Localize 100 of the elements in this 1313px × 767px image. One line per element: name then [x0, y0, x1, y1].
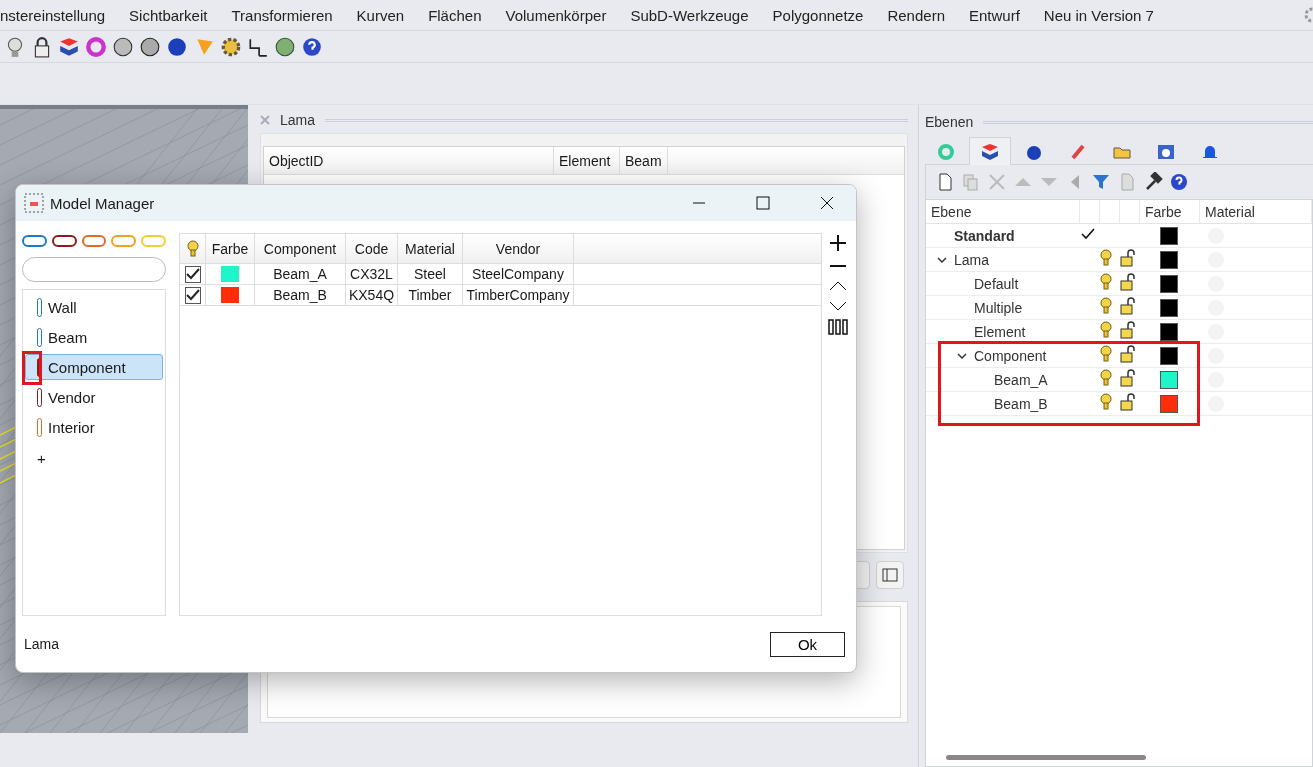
help-icon[interactable] [301, 35, 323, 58]
layer-name[interactable]: Default [974, 275, 1019, 292]
panel-toggle-button[interactable] [876, 561, 904, 589]
table-cell: Beam_A [255, 264, 346, 284]
category-item[interactable]: Wall [25, 294, 163, 320]
layer-name[interactable]: Lama [954, 251, 990, 268]
layer-color-swatch[interactable] [1160, 322, 1178, 341]
status-text: Lama [24, 636, 60, 652]
menu-item[interactable]: Entwurf [969, 6, 1020, 24]
add-category-link[interactable]: + [25, 444, 163, 473]
menu-item[interactable]: Rendern [887, 6, 945, 24]
lock-open-icon[interactable] [1120, 368, 1136, 387]
maximize-icon [756, 196, 770, 210]
glossy-sphere-icon[interactable] [166, 35, 188, 58]
bulb-icon[interactable] [186, 239, 199, 258]
category-item[interactable]: Vendor [25, 384, 163, 410]
color-wheel-icon [936, 141, 956, 162]
menu-item[interactable]: Sichtbarkeit [129, 6, 208, 24]
menu-item[interactable]: Neu in Version 7 [1043, 6, 1154, 24]
checkbox[interactable] [184, 286, 201, 304]
column-header[interactable]: ObjectID [264, 147, 554, 174]
lock-open-icon[interactable] [1120, 296, 1136, 315]
bulb-icon[interactable] [1100, 248, 1112, 267]
bulb-icon[interactable] [1100, 344, 1112, 363]
lock-open-icon[interactable] [1120, 344, 1136, 363]
bulb-icon[interactable] [1100, 392, 1112, 411]
layer-name[interactable]: Element [974, 323, 1026, 340]
menu-item[interactable]: nstereinstellung [0, 6, 106, 24]
check-icon [1080, 226, 1096, 241]
color-wheel-icon[interactable] [85, 35, 107, 58]
column-header[interactable]: Vendor [463, 234, 574, 263]
scrollbar-thumb[interactable] [946, 754, 1146, 760]
menu-item[interactable]: Kurven [356, 6, 405, 24]
layer-name[interactable]: Component [974, 347, 1047, 364]
panel-title: Lama [280, 112, 316, 128]
color-filter-pill[interactable] [22, 235, 47, 247]
color-filter-pill[interactable] [51, 235, 77, 247]
chevron-down-icon[interactable] [956, 350, 968, 361]
category-item[interactable]: Beam [25, 324, 163, 350]
lock-open-icon[interactable] [1120, 320, 1136, 339]
column-header[interactable]: Material [398, 234, 463, 263]
table-cell: TimberCompany [463, 285, 574, 305]
sphere-icon[interactable] [112, 35, 134, 58]
bulb-icon[interactable] [1100, 272, 1112, 291]
bulb-icon[interactable] [1100, 296, 1112, 315]
chevron-up-icon[interactable] [828, 279, 848, 293]
layers-icon[interactable] [58, 35, 80, 58]
menu-item[interactable]: Flächen [428, 6, 482, 24]
layer-color-swatch[interactable] [1160, 370, 1178, 389]
column-header[interactable]: Element [554, 147, 620, 174]
column-header[interactable]: Component [255, 234, 346, 263]
layer-color-swatch[interactable] [1160, 346, 1178, 365]
chevron-down-icon[interactable] [828, 299, 848, 313]
filter-icon[interactable] [1090, 172, 1112, 192]
layer-color-swatch[interactable] [1160, 226, 1178, 245]
lock-open-icon[interactable] [1120, 392, 1136, 411]
layers-icon [980, 141, 1000, 162]
menu-item[interactable]: Polygonnetze [772, 6, 864, 24]
column-header[interactable]: Farbe [206, 234, 255, 263]
table-cell: SteelCompany [463, 264, 574, 284]
color-swatch[interactable] [221, 287, 239, 303]
color-filter-pill[interactable] [111, 235, 137, 247]
ok-button[interactable]: Ok [770, 631, 845, 657]
sidebar-icon [882, 568, 898, 582]
panel-tab[interactable] [969, 137, 1011, 165]
category-item[interactable]: Interior [25, 414, 163, 440]
checkbox[interactable] [184, 265, 201, 283]
search-field[interactable] [22, 257, 166, 282]
lock-open-icon[interactable] [1120, 248, 1136, 267]
layer-name[interactable]: Multiple [974, 299, 1023, 316]
lock-open-icon[interactable] [1120, 272, 1136, 291]
layer-name[interactable]: Beam_B [994, 395, 1048, 412]
menu-item[interactable]: Transformieren [231, 6, 333, 24]
bulb-icon[interactable] [1100, 368, 1112, 387]
layer-color-swatch[interactable] [1160, 394, 1178, 413]
help-icon[interactable] [1168, 172, 1190, 192]
column-header[interactable]: Code [346, 234, 398, 263]
table-cell: KX54Q [346, 285, 398, 305]
layer-name[interactable]: Beam_A [994, 371, 1048, 388]
close-icon [820, 196, 834, 210]
layer-name[interactable]: Standard [954, 227, 1015, 244]
menu-item[interactable]: Volumenkörper [505, 6, 607, 24]
sphere-icon[interactable] [139, 35, 161, 58]
layer-color-swatch[interactable] [1160, 298, 1178, 317]
layer-color-swatch[interactable] [1160, 250, 1178, 269]
column-header[interactable]: Farbe [1140, 200, 1200, 224]
column-header[interactable]: Ebene [926, 200, 1080, 224]
column-header[interactable]: Beam [620, 147, 668, 174]
layer-color-swatch[interactable] [1160, 274, 1178, 293]
menu-item[interactable]: SubD-Werkzeuge [630, 6, 749, 24]
table-cell: Steel [398, 264, 463, 284]
color-swatch[interactable] [221, 266, 239, 282]
bulb-icon[interactable] [1100, 320, 1112, 339]
gear-icon[interactable] [220, 35, 242, 58]
columns-icon[interactable] [828, 319, 848, 335]
column-header[interactable]: Material [1200, 200, 1312, 224]
chevron-down-icon[interactable] [936, 254, 948, 265]
app-icon [24, 193, 44, 213]
plus-icon[interactable] [828, 233, 848, 253]
color-filter-pill[interactable] [81, 235, 107, 247]
